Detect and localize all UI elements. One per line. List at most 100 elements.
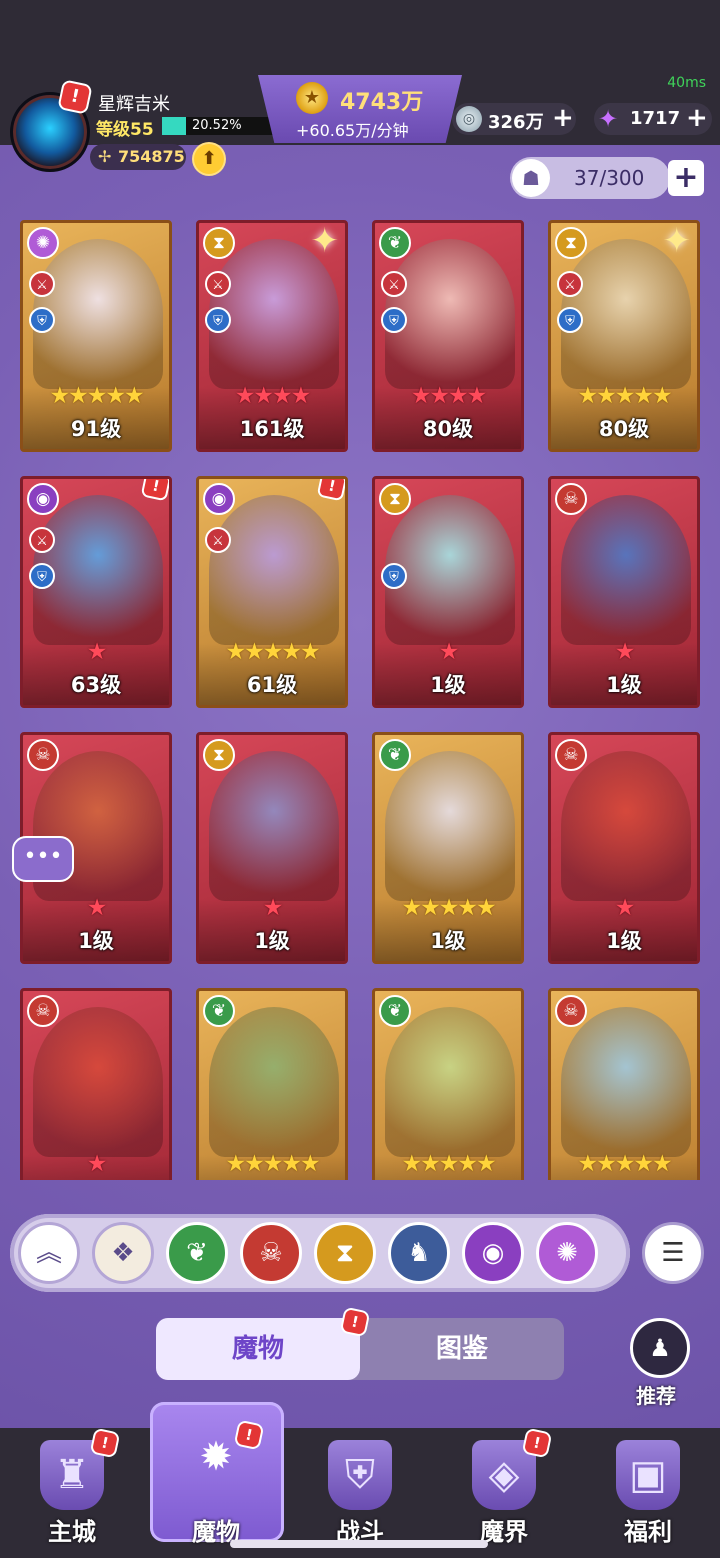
filter-hourglass-button[interactable]: ⧗ [314,1222,376,1284]
leaf-element-icon: ❦ [379,739,411,771]
filter-skull-button[interactable]: ☠ [240,1222,302,1284]
star-icon: ★ [299,639,321,665]
star-rating: ★ [551,639,697,665]
filter-all-button[interactable]: ❖ [92,1222,154,1284]
star-icon: ★ [457,895,478,921]
star-icon: ★ [290,383,312,409]
nav-label: 主城 [48,1518,96,1546]
card-level: 1级 [430,929,466,953]
card-level: 1级 [430,673,466,697]
monster-card[interactable]: ⧗ ★ 1级 [196,732,348,964]
crystal-value: 1717 [630,108,681,129]
skull-element-icon: ☠ [27,995,59,1027]
star-rating: ★★★★★ [375,895,521,921]
crystal-icon: ✦ [598,105,619,133]
arrow-up-icon: ⬆ [201,148,217,169]
monster-card[interactable]: ◉ ⚔ ⛨! ★ 63级 [20,476,172,708]
monster-card[interactable]: ⧗ ⚔ ⛨ ✦ ★★★★ 161级 [196,220,348,452]
filter-eye-button[interactable]: ◉ [462,1222,524,1284]
attack-icon: ⚔ [29,271,55,297]
star-icon: ★ [244,639,265,665]
star-icon: ★ [123,383,145,409]
nav-item[interactable]: ▣ 福利 [576,1428,720,1558]
card-level: 1级 [606,929,642,953]
gold-rate: +60.65万/分钟 [296,121,409,140]
sort-button[interactable]: ☰ [642,1222,704,1284]
star-icon: ★ [225,1151,246,1177]
crystal-resource[interactable]: ✦ 1717 + [594,103,712,135]
star-icon: ★ [438,895,460,921]
monster-card[interactable]: ✺ ⚔ ⛨ ★★★★★ 91级 [20,220,172,452]
sparkle-icon: ✦ [310,221,340,261]
shield-icon: ⛨ [381,563,407,589]
xp-bar-fill [162,117,187,135]
star-icon: ★ [68,383,89,409]
filter-collapse-button[interactable]: ︽ [18,1222,80,1284]
monster-head-icon: ☗ [512,159,550,197]
crystal-plus-button[interactable]: + [686,103,708,133]
home-indicator [230,1540,488,1548]
hourglass-element-icon: ⧗ [203,227,235,259]
eye-element-icon: ◉ [203,483,235,515]
card-alert-badge: ! [318,479,345,500]
monster-portrait [385,1007,515,1157]
card-level: 80级 [422,417,474,441]
nav-item[interactable]: ⛨ 战斗 [288,1428,432,1558]
tab-codex[interactable]: 图鉴 [360,1318,564,1380]
eye-icon: ◉ [481,1238,505,1268]
diamond-grid-icon: ❖ [111,1238,135,1268]
recommend-button[interactable]: ♟ [630,1318,690,1378]
nav-item[interactable]: ♜! 主城 [0,1428,144,1558]
filter-dragon-button[interactable]: ♞ [388,1222,450,1284]
card-level: 1级 [78,929,114,953]
star-icon: ★ [262,1151,284,1177]
power-value: 754875 [118,147,185,166]
monster-card[interactable]: ☠ ★ [20,988,172,1180]
leaf-icon: ❦ [186,1238,208,1268]
monster-card[interactable]: ❦ ★★★★★ [196,988,348,1180]
sparkle-icon: ✦ [662,221,692,261]
monster-card-grid[interactable]: ✺ ⚔ ⛨ ★★★★★ 91级 ⧗ ⚔ ⛨ ✦ ★★★★ 161级 ❦ ⚔ ⛨ ★★★★ 80级 ⧗ ⚔ ⛨ ✦ ★★★… [20,220,704,1180]
star-rating: ★ [199,895,345,921]
star-rating: ★ [23,895,169,921]
nav-item[interactable]: ✹! 魔物 [144,1421,288,1558]
nav-alert-badge: ! [91,1429,119,1457]
sort-icon: ☰ [661,1238,685,1268]
chat-bubble-icon[interactable]: ••• [12,836,74,882]
upgrade-button[interactable]: ⬆ [192,142,226,176]
attack-icon: ⚔ [205,271,231,297]
tab-monsters[interactable]: 魔物 [156,1318,360,1380]
monster-card[interactable]: ❦ ★★★★★ 1级 [372,732,524,964]
monster-card[interactable]: ⧗ ⚔ ⛨ ✦ ★★★★★ 80级 [548,220,700,452]
xp-bar: 20.52% [162,117,280,135]
power-display: ✢ 754875 [90,144,186,170]
star-icon: ★ [281,639,302,665]
expand-capacity-button[interactable]: + [668,160,704,196]
star-icon: ★ [262,639,284,665]
silver-resource[interactable]: ◎ 326万 + [452,103,576,135]
skull-element-icon: ☠ [555,739,587,771]
star-icon: ★ [448,383,469,409]
monster-card[interactable]: ☠ ★★★★★ [548,988,700,1180]
silver-plus-button[interactable]: + [552,103,574,133]
monster-card[interactable]: ☠ ★ 1级 [548,476,700,708]
monster-card[interactable]: ☠ ★ 1级 [548,732,700,964]
player-level: 等级55 [96,120,154,140]
filter-leaf-button[interactable]: ❦ [166,1222,228,1284]
coin-icon: ★ [296,82,328,114]
monster-card[interactable]: ❦ ★★★★★ [372,988,524,1180]
nav-alert-badge: ! [523,1429,551,1457]
monster-card[interactable]: ◉ ⚔! ★★★★★ 61级 [196,476,348,708]
star-rating: ★★★★★ [199,639,345,665]
skull-icon: ☠ [259,1238,283,1268]
vortex-element-icon: ✺ [27,227,59,259]
monster-card[interactable]: ❦ ⚔ ⛨ ★★★★ 80级 [372,220,524,452]
star-rating: ★★★★★ [199,1151,345,1177]
star-rating: ★ [23,639,169,665]
monster-portrait [33,1007,163,1157]
monster-portrait [561,751,691,901]
nav-item[interactable]: ◈! 魔界 [432,1428,576,1558]
star-icon: ★ [86,383,108,409]
monster-card[interactable]: ⧗ ⛨ ★ 1级 [372,476,524,708]
filter-vortex-button[interactable]: ✺ [536,1222,598,1284]
